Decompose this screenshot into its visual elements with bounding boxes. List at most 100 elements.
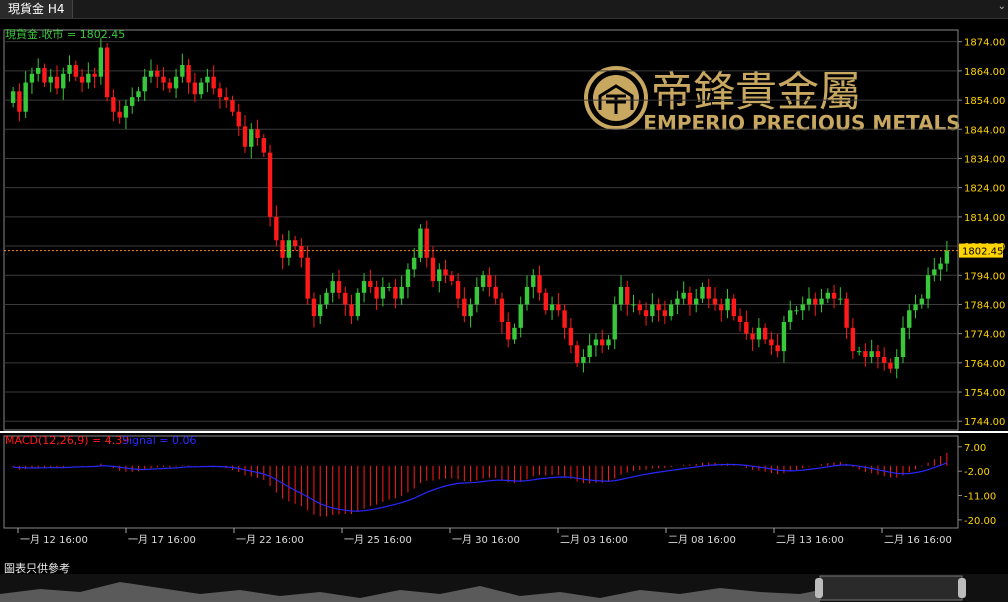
candle [925, 275, 931, 299]
candle [744, 321, 749, 334]
candle [361, 281, 367, 293]
navigator-left-handle[interactable] [815, 578, 823, 598]
candle [668, 304, 674, 317]
x-tick-label: 二月 13 16:00 [776, 534, 844, 546]
candle [86, 73, 91, 83]
x-tick-label: 二月 08 16:00 [668, 534, 736, 546]
candle [374, 286, 379, 299]
navigator-area [0, 582, 820, 602]
candle [380, 286, 386, 299]
candle [455, 281, 461, 299]
candle [98, 47, 104, 77]
candle [480, 275, 486, 287]
candle [211, 76, 216, 89]
candle [900, 327, 906, 358]
y-tick-label: 1784.00 [964, 300, 1005, 311]
candle [167, 82, 172, 89]
candle [562, 310, 567, 328]
x-tick-label: 一月 25 16:00 [344, 534, 412, 546]
candle [79, 76, 85, 83]
candle [593, 339, 599, 346]
candle [29, 73, 35, 83]
candle [681, 292, 686, 299]
candle [155, 70, 160, 77]
x-tick-label: 一月 12 16:00 [20, 534, 88, 546]
candle [656, 304, 661, 311]
collapse-caret-icon[interactable]: ⌄ [998, 0, 1006, 14]
x-tick-label: 一月 30 16:00 [452, 534, 520, 546]
candle [117, 111, 122, 118]
chart-tab-title: 現貨金 H4 [8, 2, 65, 16]
chart-tab[interactable]: 現貨金 H4 [0, 0, 74, 18]
candle [587, 345, 592, 358]
candle [386, 286, 392, 288]
candle [123, 105, 129, 118]
candle [888, 362, 893, 369]
candle [161, 76, 166, 83]
candle [769, 339, 774, 346]
candle [230, 100, 235, 112]
candle [412, 257, 417, 270]
price-label: 現貨金.收市 = 1802.45 [5, 27, 125, 41]
x-tick-label: 一月 17 16:00 [128, 534, 196, 546]
candle [944, 250, 950, 264]
candle [750, 333, 755, 340]
candle [625, 286, 630, 305]
chart-navigator[interactable] [0, 574, 1008, 602]
candle [643, 310, 649, 317]
candle [518, 304, 523, 328]
candle [800, 304, 805, 311]
candle [499, 298, 505, 322]
candle [581, 357, 586, 363]
candle [756, 327, 762, 340]
candle [236, 111, 241, 127]
candle [631, 304, 636, 306]
navigator-window[interactable] [819, 575, 963, 601]
candle [54, 76, 60, 89]
x-tick-label: 二月 16 16:00 [884, 534, 952, 546]
candle [355, 292, 360, 317]
candle [850, 327, 856, 352]
candle [737, 316, 743, 322]
candle [42, 67, 47, 83]
candle [806, 298, 812, 305]
candle [700, 286, 705, 299]
candle [399, 286, 404, 299]
candle [217, 88, 223, 98]
candle [882, 357, 887, 363]
candle [856, 351, 862, 353]
candle [224, 97, 229, 101]
title-bar: 現貨金 H4 ⌄ [0, 0, 1008, 19]
candle [844, 298, 849, 328]
candle [205, 76, 210, 83]
candle [393, 286, 398, 299]
y-tick-label: 1754.00 [964, 388, 1005, 399]
candle [142, 76, 147, 92]
macd-main-label: MACD(12,26,9) = 4.39 [5, 434, 129, 447]
candle [437, 269, 442, 282]
emperio-logo: 帝鋒貴金屬 EMPERIO PRECIOUS METALS [584, 66, 961, 135]
candle [531, 275, 536, 287]
candle [286, 240, 292, 258]
candle [130, 97, 135, 106]
candle [831, 292, 837, 299]
navigator-right-handle[interactable] [958, 578, 966, 598]
candle [280, 240, 285, 258]
macd-y-tick-label: -11.00 [964, 492, 996, 503]
candle [813, 298, 818, 305]
candle [556, 304, 561, 311]
current-price-label: 1802.45 [962, 247, 1003, 258]
macd-y-tick-label: -20.00 [964, 516, 996, 527]
candle [675, 298, 680, 305]
candle [430, 257, 436, 282]
candle [506, 321, 511, 340]
y-tick-label: 1774.00 [964, 330, 1005, 341]
candle [775, 345, 780, 352]
y-tick-label: 1864.00 [964, 67, 1005, 78]
candle [111, 97, 116, 112]
candle [913, 304, 918, 311]
candle [819, 298, 824, 305]
candle [136, 91, 141, 98]
candle [242, 126, 248, 147]
candle [424, 228, 429, 258]
